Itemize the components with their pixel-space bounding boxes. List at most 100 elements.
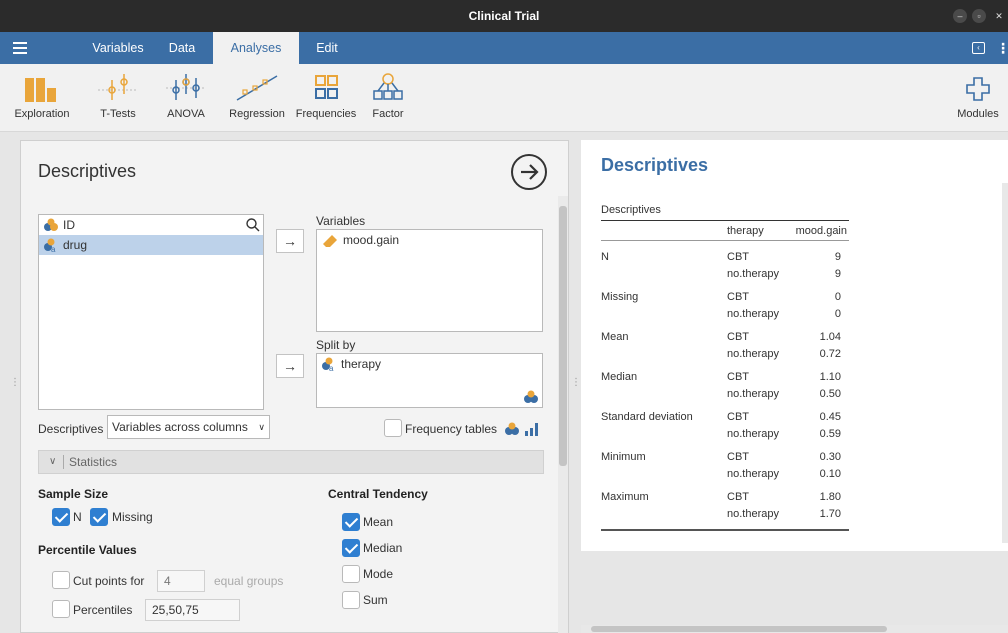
cut-points-checkbox[interactable] <box>52 571 70 589</box>
svg-text:a: a <box>329 364 334 371</box>
results-title: Descriptives <box>601 155 709 175</box>
mean-checkbox[interactable] <box>342 513 360 531</box>
group-label: no.therapy <box>727 388 779 400</box>
mode-label: Mode <box>363 567 394 581</box>
more-options-icon[interactable]: ⋮ <box>996 40 1008 57</box>
stat-name: Standard deviation <box>601 411 693 423</box>
options-title: Descriptives <box>38 161 137 181</box>
percentile-values-heading: Percentile Values <box>38 543 137 557</box>
list-item[interactable]: ID <box>39 215 263 235</box>
stat-name: N <box>601 251 609 263</box>
minimize-icon[interactable]: – <box>953 9 967 23</box>
nominal-types-icon <box>524 390 538 403</box>
ribbon-regression[interactable]: Regression <box>226 70 288 120</box>
maximize-icon[interactable]: ▫ <box>972 9 986 23</box>
list-item[interactable]: a drug <box>39 235 263 255</box>
stat-name: Mean <box>601 331 629 343</box>
modules-plus-icon <box>952 70 1004 102</box>
left-splitter-handle[interactable]: ⋮ <box>10 378 20 388</box>
value-cell: 0.45 <box>819 411 841 423</box>
equal-groups-label: equal groups <box>214 574 284 588</box>
percentiles-label: Percentiles <box>73 603 133 617</box>
frequency-tables-checkbox[interactable] <box>384 419 402 437</box>
nominal-text-icon: a <box>44 238 56 252</box>
value-cell: 1.10 <box>819 371 841 383</box>
value-cell: 9 <box>834 251 841 263</box>
value-cell: 0.30 <box>819 451 841 463</box>
group-label: CBT <box>727 411 749 423</box>
value-cell: 0.10 <box>819 468 841 480</box>
results-panel: Descriptives Descriptives therapy mood.g… <box>581 140 1008 551</box>
ribbon-modules[interactable]: Modules <box>952 70 1004 120</box>
tab-variables[interactable]: Variables <box>82 32 154 64</box>
sum-label: Sum <box>363 593 388 607</box>
list-item[interactable]: a therapy <box>317 354 542 374</box>
value-cell: 1.04 <box>819 331 841 343</box>
missing-checkbox[interactable] <box>90 508 108 526</box>
missing-label: Missing <box>112 510 153 524</box>
tab-analyses[interactable]: Analyses <box>213 32 299 64</box>
cut-points-input[interactable]: 4 <box>157 570 205 592</box>
right-splitter-handle[interactable]: ⋮ <box>571 378 581 388</box>
ribbon-frequencies[interactable]: Frequencies <box>294 70 358 120</box>
group-label: no.therapy <box>727 468 779 480</box>
arrow-right-icon <box>521 164 539 180</box>
results-mode-icon[interactable]: ‹ <box>972 42 985 54</box>
table-row: N CBT no.therapy 9 9 <box>601 241 849 284</box>
search-icon[interactable] <box>246 218 260 232</box>
tab-data[interactable]: Data <box>156 32 208 64</box>
ribbon-anova[interactable]: ANOVA <box>160 70 212 120</box>
central-tendency-heading: Central Tendency <box>328 487 428 501</box>
group-label: no.therapy <box>727 428 779 440</box>
tab-edit[interactable]: Edit <box>305 32 349 64</box>
nominal-types-icon <box>505 422 519 435</box>
percentiles-input[interactable]: 25,50,75 <box>145 599 240 621</box>
group-label: CBT <box>727 451 749 463</box>
options-scrollbar[interactable] <box>558 196 568 633</box>
ribbon-exploration[interactable]: Exploration <box>6 70 78 120</box>
move-to-split-by-button[interactable]: → <box>276 354 304 378</box>
group-label: CBT <box>727 331 749 343</box>
split-by-target-list[interactable]: a therapy <box>316 353 543 408</box>
results-scrollbar[interactable] <box>1002 183 1008 543</box>
frequency-tables-label: Frequency tables <box>405 422 498 436</box>
anova-icon <box>160 70 212 102</box>
stat-name: Missing <box>601 291 639 303</box>
hamburger-menu-icon[interactable] <box>13 42 27 54</box>
group-label: CBT <box>727 371 749 383</box>
value-cell: 0.72 <box>819 348 841 360</box>
frequencies-icon <box>294 70 358 102</box>
ribbon-factor[interactable]: Factor <box>368 70 408 120</box>
chevron-down-icon: ∨ <box>258 422 265 432</box>
n-label: N <box>73 510 82 524</box>
sum-checkbox[interactable] <box>342 591 360 609</box>
mean-label: Mean <box>363 515 394 529</box>
move-to-variables-button[interactable]: → <box>276 229 304 253</box>
regression-icon <box>226 70 288 102</box>
value-cell: 0 <box>834 308 841 320</box>
group-label: no.therapy <box>727 508 779 520</box>
available-variables-list[interactable]: ID a drug <box>38 214 264 410</box>
group-label: CBT <box>727 251 749 263</box>
value-cell: 0.50 <box>819 388 841 400</box>
close-icon[interactable]: ✕ <box>992 9 1006 23</box>
descriptives-layout-select[interactable]: Variables across columns ∨ <box>107 415 270 439</box>
median-checkbox[interactable] <box>342 539 360 557</box>
group-label: no.therapy <box>727 268 779 280</box>
statistics-section-toggle[interactable]: ∨ Statistics <box>38 450 544 474</box>
results-horizontal-scrollbar[interactable] <box>581 625 1008 633</box>
results-table-title: Descriptives <box>601 204 661 216</box>
run-arrow-button[interactable] <box>511 154 547 190</box>
descriptives-results-table: therapy mood.gain N CBT no.therapy 9 9 Missin… <box>601 220 849 531</box>
list-item[interactable]: mood.gain <box>317 230 542 250</box>
variables-target-list[interactable]: mood.gain <box>316 229 543 332</box>
ribbon-t-tests[interactable]: T-Tests <box>90 70 146 120</box>
table-row: Mean CBT no.therapy 1.04 0.72 <box>601 323 849 363</box>
window-titlebar: Clinical Trial – ▫ ✕ <box>0 0 1008 32</box>
table-row: Maximum CBT no.therapy 1.80 1.70 <box>601 483 849 531</box>
n-checkbox[interactable] <box>52 508 70 526</box>
percentiles-checkbox[interactable] <box>52 600 70 618</box>
value-cell: 0.59 <box>819 428 841 440</box>
stat-name: Maximum <box>601 491 649 503</box>
mode-checkbox[interactable] <box>342 565 360 583</box>
